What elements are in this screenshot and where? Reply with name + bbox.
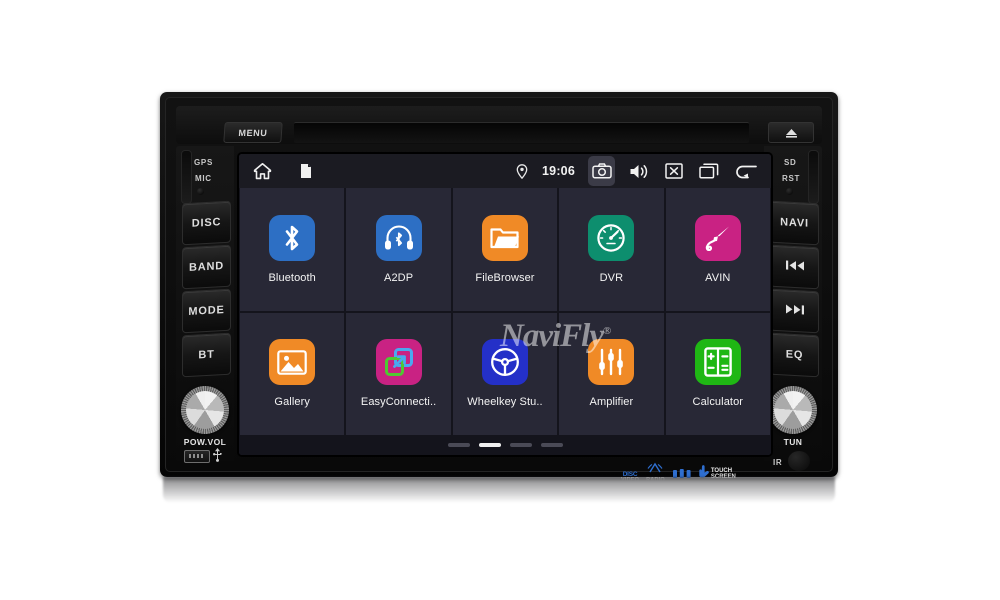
- volume-icon[interactable]: [628, 160, 650, 182]
- app-label: Calculator: [692, 396, 744, 409]
- bluetooth-icon: [269, 214, 316, 261]
- audio-jack-icon: [694, 214, 741, 261]
- app-label: FileBrowser: [475, 271, 535, 284]
- status-bar-right-group: 19:06: [515, 156, 759, 186]
- easyconnect-icon: [375, 339, 422, 386]
- back-icon[interactable]: [733, 160, 759, 182]
- app-cell-easyconnecting[interactable]: EasyConnecti..: [346, 312, 451, 435]
- page-indicator: [239, 435, 771, 455]
- app-cell-avin[interactable]: AVIN: [665, 188, 770, 311]
- desk-reflection: [163, 477, 835, 503]
- app-label: EasyConnecti..: [360, 396, 437, 409]
- band-button-label: BAND: [189, 260, 224, 274]
- head-unit-faceplate: MENU GPS MIC DISC BAND MODE BT POW.VOL S…: [165, 97, 833, 483]
- status-bar-left-group: [251, 160, 317, 182]
- lcd-screen[interactable]: 19:06 Bluetooth A2DP FileBrowser DVR AVI…: [239, 154, 771, 455]
- mode-button[interactable]: MODE: [182, 288, 231, 334]
- app-label: Bluetooth: [268, 271, 316, 284]
- app-label: A2DP: [384, 271, 414, 284]
- folder-icon: [481, 214, 528, 261]
- reset-hole[interactable]: [786, 188, 793, 195]
- page-dot[interactable]: [540, 443, 563, 447]
- app-cell-wheelkey-study[interactable]: Wheelkey Stu..: [452, 312, 558, 435]
- speedometer-icon: [588, 214, 635, 261]
- previous-track-button[interactable]: [770, 244, 819, 290]
- mic-label: MIC: [195, 174, 212, 183]
- bt-button[interactable]: BT: [182, 332, 231, 378]
- car-head-unit: MENU GPS MIC DISC BAND MODE BT POW.VOL S…: [160, 92, 838, 483]
- navi-button-label: NAVI: [780, 216, 809, 230]
- recent-apps-icon[interactable]: [698, 160, 720, 182]
- app-cell-amplifier[interactable]: Amplifier: [559, 312, 664, 435]
- power-volume-knob[interactable]: [181, 386, 229, 434]
- eq-button[interactable]: EQ: [770, 332, 819, 378]
- steering-wheel-icon: [481, 339, 528, 386]
- mode-button-label: MODE: [188, 304, 225, 318]
- menu-button[interactable]: MENU: [223, 122, 283, 143]
- next-track-icon: [785, 303, 805, 318]
- bt-button-label: BT: [198, 348, 215, 362]
- file-icon[interactable]: [295, 160, 317, 182]
- app-label: DVR: [599, 271, 624, 284]
- app-cell-filebrowser[interactable]: FileBrowser: [452, 188, 558, 311]
- ir-sensor: [788, 451, 810, 471]
- gps-label: GPS: [194, 158, 213, 167]
- page-dot-active[interactable]: [478, 443, 501, 447]
- top-bezel: MENU: [176, 106, 822, 144]
- menu-button-label: MENU: [238, 127, 268, 138]
- page-dot[interactable]: [509, 443, 532, 447]
- home-icon[interactable]: [251, 160, 273, 182]
- eq-button-label: EQ: [785, 348, 804, 362]
- app-cell-gallery[interactable]: Gallery: [240, 312, 345, 435]
- usb-port[interactable]: [184, 450, 210, 463]
- app-label: Amplifier: [589, 396, 634, 409]
- left-vent: [181, 150, 192, 204]
- right-vent: [808, 150, 819, 204]
- location-pin-icon: [515, 160, 529, 182]
- status-bar: 19:06: [239, 154, 771, 188]
- disc-button-label: DISC: [191, 216, 222, 230]
- disc-button[interactable]: DISC: [182, 200, 231, 246]
- usb-icon: [213, 448, 222, 467]
- equalizer-icon: [588, 339, 635, 386]
- power-volume-label: POW.VOL: [183, 437, 227, 447]
- app-label: Gallery: [274, 396, 310, 409]
- app-cell-calculator[interactable]: Calculator: [665, 312, 770, 435]
- eject-button[interactable]: [768, 122, 814, 143]
- page-dot[interactable]: [447, 443, 470, 447]
- band-button[interactable]: BAND: [182, 244, 231, 290]
- tune-knob-label: TUN: [783, 437, 803, 447]
- ir-label: IR: [773, 458, 783, 467]
- previous-track-icon: [785, 259, 805, 274]
- right-control-panel: SD RST NAVI EQ TUN IR: [764, 146, 822, 471]
- app-cell-dvr[interactable]: DVR: [559, 188, 664, 311]
- app-label: Wheelkey Stu..: [467, 396, 543, 409]
- camera-icon[interactable]: [588, 156, 615, 186]
- disc-slot[interactable]: [294, 122, 749, 143]
- sd-label: SD: [784, 158, 797, 167]
- image-icon: [269, 339, 316, 386]
- app-label: AVIN: [705, 271, 731, 284]
- next-track-button[interactable]: [770, 288, 819, 334]
- app-grid: Bluetooth A2DP FileBrowser DVR AVIN Gall…: [239, 188, 771, 435]
- calculator-icon: [694, 339, 741, 386]
- radio-wave-icon: [647, 462, 663, 478]
- app-cell-a2dp[interactable]: A2DP: [346, 188, 451, 311]
- eject-icon: [785, 128, 798, 138]
- tune-knob[interactable]: [769, 386, 817, 434]
- headphones-icon: [375, 214, 422, 261]
- rst-label: RST: [782, 174, 801, 183]
- clock-time: 19:06: [542, 164, 575, 178]
- app-cell-bluetooth[interactable]: Bluetooth: [240, 188, 345, 311]
- screenshot-root: MENU GPS MIC DISC BAND MODE BT POW.VOL S…: [0, 0, 1000, 600]
- mic-hole: [197, 188, 204, 195]
- left-control-panel: GPS MIC DISC BAND MODE BT POW.VOL: [176, 146, 234, 463]
- close-icon[interactable]: [663, 160, 685, 182]
- navi-button[interactable]: NAVI: [770, 200, 819, 246]
